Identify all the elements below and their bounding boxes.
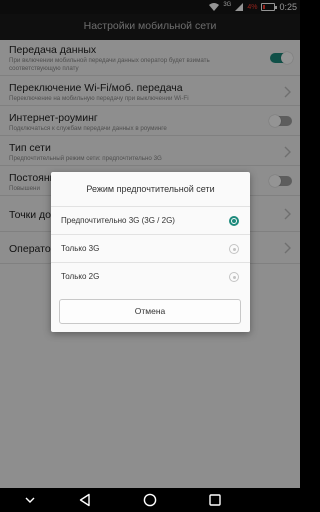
home-icon[interactable] bbox=[143, 493, 157, 507]
option-only-2g[interactable]: Только 2G bbox=[51, 262, 250, 290]
radio-selected-icon[interactable] bbox=[229, 216, 239, 226]
cancel-button[interactable]: Отмена bbox=[59, 299, 241, 324]
option-label: Только 3G bbox=[61, 244, 100, 253]
dialog-title: Режим предпочтительной сети bbox=[86, 184, 215, 194]
back-icon[interactable] bbox=[78, 493, 92, 507]
option-label: Только 2G bbox=[61, 272, 100, 281]
option-label: Предпочтительно 3G (3G / 2G) bbox=[61, 216, 175, 225]
option-prefer-3g[interactable]: Предпочтительно 3G (3G / 2G) bbox=[51, 206, 250, 234]
chevron-down-icon[interactable] bbox=[23, 493, 37, 507]
radio-unselected-icon[interactable] bbox=[229, 272, 239, 282]
recents-icon[interactable] bbox=[208, 493, 222, 507]
radio-unselected-icon[interactable] bbox=[229, 244, 239, 254]
option-only-3g[interactable]: Только 3G bbox=[51, 234, 250, 262]
navigation-bar bbox=[0, 488, 300, 512]
preferred-network-dialog: Режим предпочтительной сети Предпочтител… bbox=[51, 172, 250, 332]
